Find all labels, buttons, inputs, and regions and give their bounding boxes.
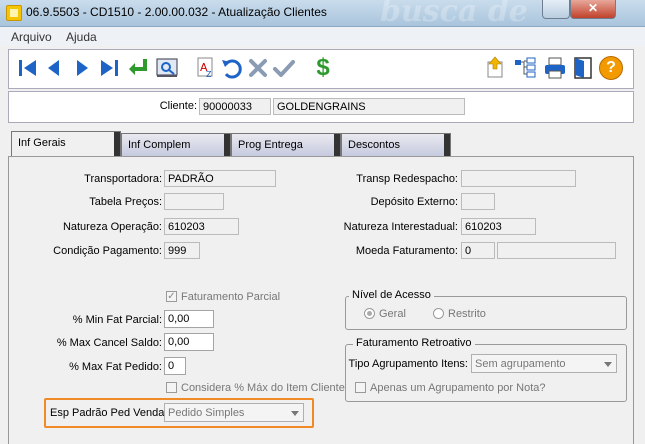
geral-label: Geral (379, 308, 406, 320)
menu-ajuda[interactable]: Ajuda (66, 30, 97, 44)
tab-shade (114, 132, 120, 158)
close-button[interactable]: ✕ (570, 0, 616, 19)
toolbar: AZ $ ? (8, 49, 634, 89)
tab-inf-gerais[interactable]: Inf Gerais (11, 131, 121, 158)
tipo-agrupamento-label: Tipo Agrupamento Itens: (348, 358, 468, 370)
tab-label: Prog Entrega (238, 139, 303, 151)
undo-icon[interactable] (220, 56, 244, 80)
tab-descontos[interactable]: Descontos (341, 133, 451, 156)
deposito-externo-field[interactable] (461, 193, 495, 210)
tab-label: Inf Complem (128, 139, 191, 151)
print-icon[interactable] (543, 56, 567, 80)
next-record-icon[interactable] (70, 56, 94, 80)
apenas-agrupamento-label: Apenas um Agrupamento por Nota? (370, 382, 546, 394)
tipo-agrupamento-select[interactable]: Sem agrupamento (471, 354, 617, 373)
max-cancel-saldo-label: % Max Cancel Saldo: (56, 337, 162, 349)
client-code-field[interactable]: 90000033 (199, 98, 271, 115)
max-cancel-saldo-field[interactable]: 0,00 (164, 333, 214, 351)
condicao-pagamento-label: Condição Pagamento: (53, 245, 162, 257)
tab-shade (334, 134, 340, 156)
tabela-precos-label: Tabela Preços: (89, 196, 162, 208)
transp-redespacho-field[interactable] (461, 170, 576, 187)
app-icon (6, 5, 22, 21)
goto-icon[interactable] (126, 56, 150, 80)
sort-icon[interactable]: AZ (193, 56, 217, 80)
client-name-field[interactable]: GOLDENGRAINS (273, 98, 465, 115)
tab-shade (444, 134, 450, 156)
natureza-operacao-field[interactable]: 610203 (164, 218, 239, 235)
exit-icon[interactable] (571, 56, 595, 80)
first-record-icon[interactable] (16, 56, 40, 80)
moeda-faturamento-field[interactable]: 0 (461, 242, 495, 259)
max-fat-pedido-field[interactable]: 0 (164, 357, 186, 375)
tab-shade (224, 134, 230, 156)
restrito-radio[interactable] (433, 308, 444, 319)
condicao-pagamento-field[interactable]: 999 (164, 242, 200, 259)
tab-label: Descontos (348, 139, 400, 151)
natureza-interestadual-label: Natureza Interestadual: (343, 221, 458, 233)
considera-max-checkbox[interactable] (166, 382, 177, 393)
previous-record-icon[interactable] (42, 56, 66, 80)
min-fat-parcial-label: % Min Fat Parcial: (72, 314, 162, 326)
tab-inf-complem[interactable]: Inf Complem (121, 133, 231, 156)
transportadora-field[interactable]: PADRÃO (164, 170, 276, 187)
natureza-interestadual-field[interactable]: 610203 (461, 218, 536, 235)
tab-prog-entrega[interactable]: Prog Entrega (231, 133, 341, 156)
tab-label: Inf Gerais (18, 137, 66, 149)
tabela-precos-field[interactable] (164, 193, 224, 210)
confirm-icon[interactable] (272, 56, 296, 80)
help-icon[interactable]: ? (599, 56, 623, 80)
client-label: Cliente: (159, 100, 197, 112)
minimize-button[interactable] (542, 0, 570, 19)
moeda-faturamento-desc-field[interactable] (497, 242, 616, 259)
faturamento-parcial-label: Faturamento Parcial (181, 291, 281, 303)
title-background-text: busca de (380, 0, 528, 29)
considera-max-label: Considera % Máx do Item Cliente (181, 382, 345, 394)
dollar-icon[interactable]: $ (311, 56, 335, 80)
last-record-icon[interactable] (97, 56, 121, 80)
svg-text:Z: Z (206, 70, 212, 79)
geral-radio[interactable] (364, 308, 375, 319)
search-icon[interactable] (155, 56, 179, 80)
apenas-agrupamento-checkbox[interactable] (355, 382, 366, 393)
transportadora-label: Transportadora: (84, 173, 162, 185)
upload-icon[interactable] (483, 56, 507, 80)
min-fat-parcial-field[interactable]: 0,00 (164, 310, 214, 328)
menu-arquivo[interactable]: Arquivo (11, 30, 52, 44)
faturamento-retroativo-title: Faturamento Retroativo (353, 337, 475, 349)
natureza-operacao-label: Natureza Operação: (62, 221, 162, 233)
deposito-externo-label: Depósito Externo: (370, 196, 458, 208)
moeda-faturamento-label: Moeda Faturamento: (355, 245, 458, 257)
tree-icon[interactable] (513, 56, 537, 80)
cancel-icon[interactable] (246, 56, 270, 80)
chevron-down-icon (604, 362, 612, 367)
close-icon: ✕ (587, 1, 599, 15)
transp-redespacho-label: Transp Redespacho: (356, 173, 458, 185)
tipo-agrupamento-value: Sem agrupamento (475, 358, 566, 370)
max-fat-pedido-label: % Max Fat Pedido: (69, 361, 162, 373)
window-title: 06.9.5503 - CD1510 - 2.00.00.032 - Atual… (26, 5, 327, 19)
restrito-label: Restrito (448, 308, 486, 320)
nivel-acesso-title: Nível de Acesso (349, 289, 434, 301)
faturamento-parcial-checkbox[interactable]: ✓ (166, 291, 177, 302)
highlight-box (44, 398, 314, 428)
